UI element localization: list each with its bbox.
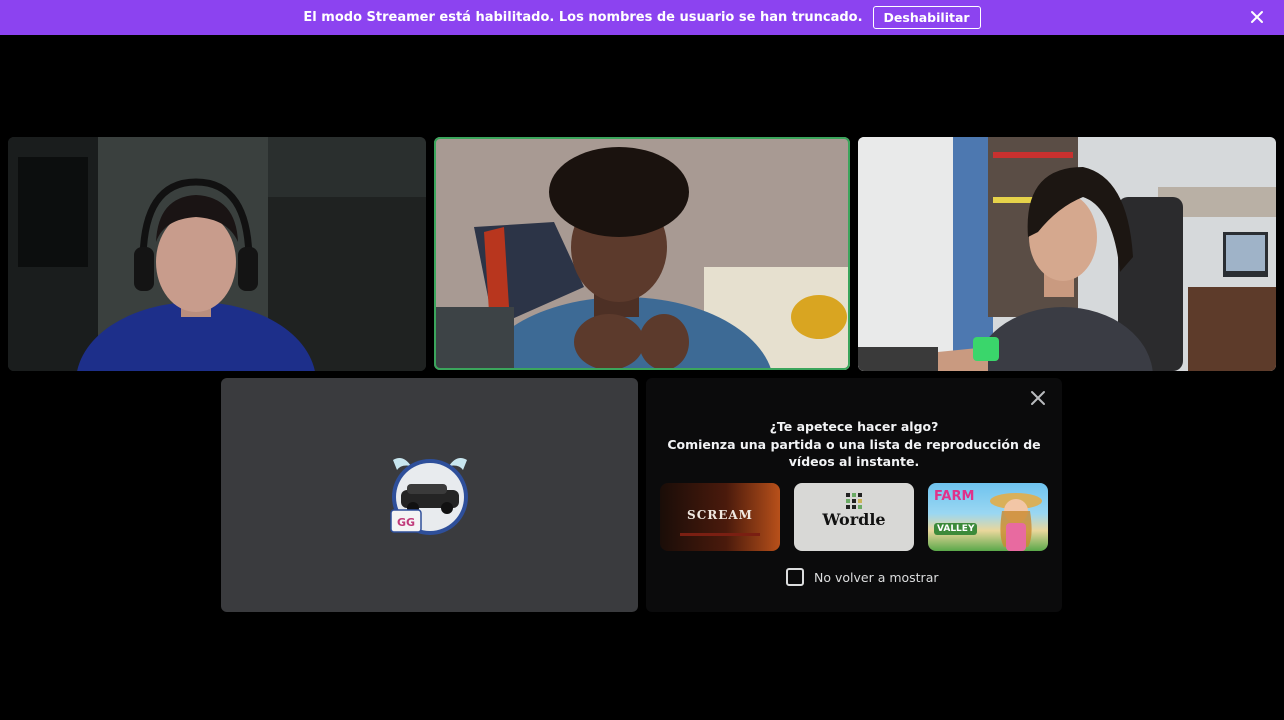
streamer-mode-banner: El modo Streamer está habilitado. Los no…: [0, 0, 1284, 35]
dont-show-again-checkbox[interactable]: [786, 568, 804, 586]
activity-prompt-text: ¿Te apetece hacer algo? Comienza una par…: [666, 418, 1042, 471]
activity-card-farm-title: FARM: [934, 489, 975, 504]
video-tile-participant-1[interactable]: [8, 137, 426, 371]
farmer-character-image: [990, 493, 1042, 551]
scream-card-decoration: [680, 533, 760, 536]
avatar-initials: GG: [397, 516, 415, 529]
activity-card-wordle-title: Wordle: [822, 510, 886, 529]
activity-card-farm[interactable]: FARM VALLEY: [928, 483, 1048, 551]
disable-streamer-mode-button[interactable]: Deshabilitar: [872, 6, 981, 29]
dont-show-again-label: No volver a mostrar: [814, 569, 939, 585]
avatar: GG: [390, 458, 468, 535]
close-icon[interactable]: [1028, 388, 1048, 408]
activity-cards: SCREAM Wordle FARM VALLEY: [660, 483, 1048, 551]
activity-card-scream-title: SCREAM: [687, 508, 753, 522]
activity-card-wordle[interactable]: Wordle: [794, 483, 914, 551]
participant-2-video: [434, 137, 850, 370]
activity-prompt-title: ¿Te apetece hacer algo?: [769, 419, 939, 434]
video-tile-participant-3[interactable]: [858, 137, 1276, 371]
streamer-mode-message: El modo Streamer está habilitado. Los no…: [303, 10, 863, 25]
close-icon[interactable]: [1248, 8, 1266, 26]
activity-card-scream[interactable]: SCREAM: [660, 483, 780, 551]
activity-prompt-subtitle: Comienza una partida o una lista de repr…: [667, 436, 1041, 470]
video-tile-participant-4[interactable]: GG: [221, 378, 638, 612]
participant-1-video: [8, 137, 426, 371]
participant-3-video: [858, 137, 1276, 371]
wordle-grid-icon: [846, 493, 862, 509]
dont-show-again-option[interactable]: No volver a mostrar: [786, 568, 939, 586]
activity-suggestion-panel: ¿Te apetece hacer algo? Comienza una par…: [646, 378, 1062, 612]
video-tile-participant-2[interactable]: [434, 137, 850, 370]
activity-card-farm-subtitle: VALLEY: [934, 523, 978, 535]
